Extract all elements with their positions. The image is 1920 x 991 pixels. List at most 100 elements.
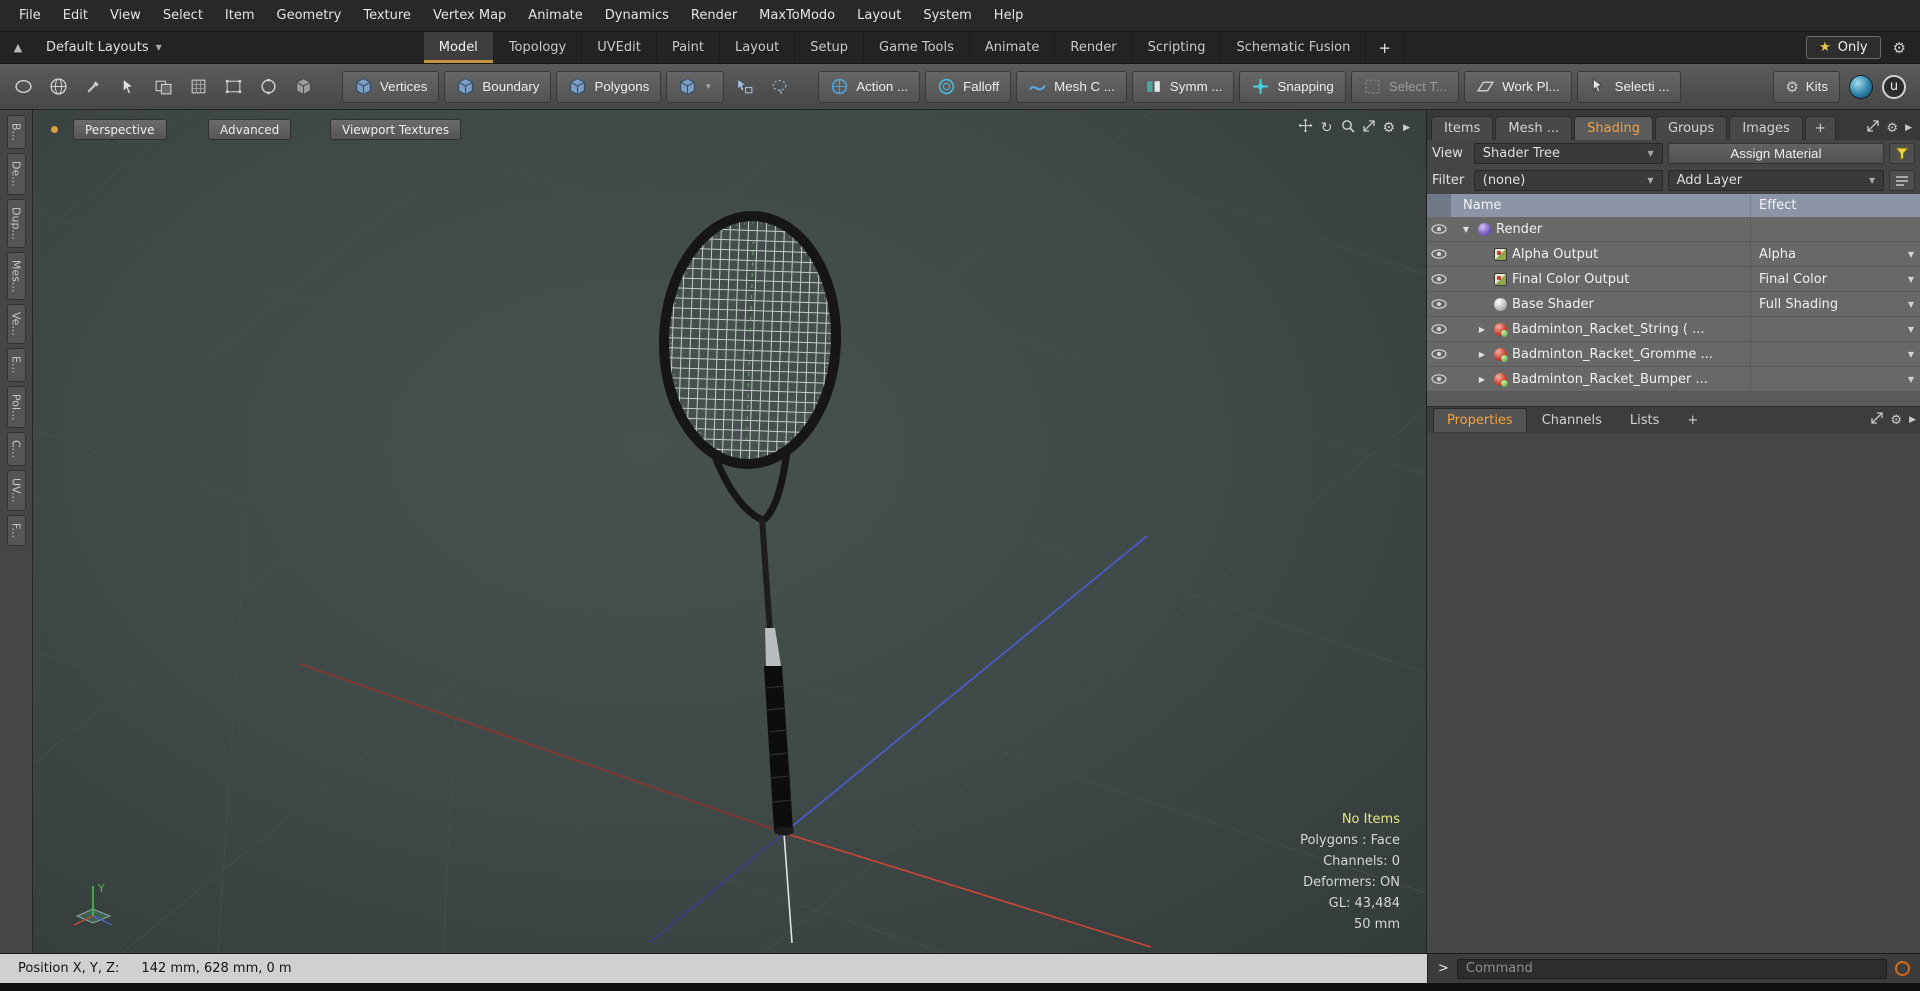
maximize-viewport-icon[interactable]	[1363, 120, 1375, 136]
gear-icon[interactable]: ⚙	[1893, 39, 1906, 57]
menu-system[interactable]: System	[912, 2, 982, 29]
item-cube-icon[interactable]	[288, 72, 318, 102]
filter-funnel-icon[interactable]	[1889, 143, 1915, 164]
grid-cube-tool-icon[interactable]	[183, 72, 213, 102]
tab-game-tools[interactable]: Game Tools	[864, 32, 970, 63]
effect-dropdown-icon[interactable]: ▼	[1908, 300, 1914, 309]
pan-move-icon[interactable]	[1298, 118, 1313, 137]
add-layout-tab-button[interactable]: +	[1366, 32, 1404, 63]
tree-row-alpha-output[interactable]: Alpha Output Alpha ▼	[1427, 242, 1920, 267]
tab-layout[interactable]: Layout	[720, 32, 796, 63]
visibility-eye-icon[interactable]	[1427, 324, 1451, 334]
left-strip-tab-curves[interactable]: C...	[6, 432, 26, 467]
add-panel-tab-button[interactable]: +	[1804, 116, 1836, 140]
polygons-mode-button[interactable]: Polygons	[556, 70, 662, 103]
tab-images[interactable]: Images	[1729, 116, 1803, 140]
effect-dropdown-icon[interactable]: ▼	[1908, 325, 1914, 334]
tab-shading[interactable]: Shading	[1574, 116, 1653, 140]
add-lower-tab-button[interactable]: +	[1674, 409, 1711, 432]
collapse-triangle-icon[interactable]: ▶	[1475, 350, 1489, 359]
symmetry-button[interactable]: Symm ...	[1131, 70, 1235, 103]
vertices-mode-button[interactable]: Vertices	[342, 70, 440, 103]
assign-material-button[interactable]: Assign Material	[1667, 143, 1885, 164]
kits-button[interactable]: ⚙ Kits	[1773, 70, 1840, 103]
select-lasso-icon[interactable]	[764, 72, 794, 102]
only-button[interactable]: ★ Only	[1806, 36, 1881, 59]
tab-uvedit[interactable]: UVEdit	[582, 32, 657, 63]
tab-topology[interactable]: Topology	[494, 32, 583, 63]
expand-panel-icon[interactable]	[1871, 412, 1883, 428]
effect-dropdown-icon[interactable]: ▼	[1908, 275, 1914, 284]
tab-items[interactable]: Items	[1431, 116, 1494, 140]
selection-sets-button[interactable]: Selecti ...	[1576, 70, 1682, 103]
tree-row-base-shader[interactable]: Base Shader Full Shading ▼	[1427, 292, 1920, 317]
viewport-3d[interactable]: Y Perspective Advanced Viewport Textures…	[33, 110, 1426, 953]
falloff-button[interactable]: Falloff	[925, 70, 1012, 103]
tab-lists[interactable]: Lists	[1617, 409, 1673, 432]
expand-triangle-icon[interactable]: ▼	[1459, 225, 1473, 234]
expand-panel-icon[interactable]	[1867, 120, 1879, 136]
layer-list-icon[interactable]	[1889, 170, 1915, 191]
panel-flyout-arrow-icon[interactable]: ▶	[1909, 415, 1916, 425]
effect-cell[interactable]: Alpha ▼	[1750, 242, 1920, 266]
tab-mesh-ops[interactable]: Mesh ...	[1495, 116, 1573, 140]
effect-dropdown-icon[interactable]: ▼	[1908, 350, 1914, 359]
collapse-triangle-icon[interactable]: ▶	[1475, 375, 1489, 384]
zoom-magnifier-icon[interactable]	[1341, 119, 1355, 137]
collapse-triangle-icon[interactable]: ▶	[1475, 325, 1489, 334]
tree-row-material-grommet[interactable]: ▶ Badminton_Racket_Gromme ... ▼	[1427, 342, 1920, 367]
visibility-eye-icon[interactable]	[1427, 374, 1451, 384]
menu-geometry[interactable]: Geometry	[266, 2, 353, 29]
left-strip-tab-uv[interactable]: UV...	[6, 470, 26, 511]
effect-cell[interactable]: Full Shading ▼	[1750, 292, 1920, 316]
menu-vertex-map[interactable]: Vertex Map	[422, 2, 517, 29]
visibility-eye-icon[interactable]	[1427, 349, 1451, 359]
tab-schematic-fusion[interactable]: Schematic Fusion	[1221, 32, 1367, 63]
visibility-eye-icon[interactable]	[1427, 249, 1451, 259]
menu-edit[interactable]: Edit	[52, 2, 99, 29]
effect-cell[interactable]: ▼	[1750, 367, 1920, 391]
item-mode-dropdown[interactable]: ▼	[666, 70, 725, 103]
filter-dropdown[interactable]: (none) ▼	[1473, 170, 1663, 191]
mesh-constraints-button[interactable]: Mesh C ...	[1016, 70, 1127, 103]
cursor-tool-icon[interactable]	[113, 72, 143, 102]
effect-dropdown-icon[interactable]: ▼	[1908, 375, 1914, 384]
add-layer-dropdown[interactable]: Add Layer ▼	[1667, 170, 1885, 191]
ellipse-tool-icon[interactable]	[8, 72, 38, 102]
tree-row-final-color-output[interactable]: Final Color Output Final Color ▼	[1427, 267, 1920, 292]
boundary-mode-button[interactable]: Boundary	[444, 70, 552, 103]
perspective-view-button[interactable]: Perspective	[73, 119, 167, 140]
rect-tool-icon[interactable]	[218, 72, 248, 102]
menu-select[interactable]: Select	[152, 2, 214, 29]
effect-cell[interactable]: ▼	[1750, 317, 1920, 341]
menu-maxtomodo[interactable]: MaxToModo	[748, 2, 846, 29]
tree-row-material-string[interactable]: ▶ Badminton_Racket_String ( ... ▼	[1427, 317, 1920, 342]
effect-column-header[interactable]: Effect	[1750, 194, 1920, 217]
viewport-flyout-arrow-icon[interactable]: ▶	[1403, 123, 1410, 133]
panel-gear-icon[interactable]: ⚙	[1886, 121, 1898, 136]
menu-view[interactable]: View	[99, 2, 152, 29]
tab-setup[interactable]: Setup	[795, 32, 865, 63]
work-plane-button[interactable]: Work Pl...	[1464, 70, 1572, 103]
command-input[interactable]	[1456, 958, 1887, 979]
action-center-button[interactable]: Action ...	[818, 70, 921, 103]
menu-help[interactable]: Help	[983, 2, 1035, 29]
duplicate-tool-icon[interactable]	[148, 72, 178, 102]
snapping-button[interactable]: Snapping	[1239, 70, 1346, 103]
visibility-eye-icon[interactable]	[1427, 274, 1451, 284]
left-strip-tab-vertex[interactable]: Ve...	[6, 304, 26, 345]
advanced-shading-button[interactable]: Advanced	[208, 119, 292, 140]
viewport-textures-button[interactable]: Viewport Textures	[330, 119, 462, 140]
left-strip-tab-edge[interactable]: E...	[6, 348, 26, 382]
panel-gear-icon[interactable]: ⚙	[1890, 413, 1902, 428]
modo-logo-icon[interactable]: u	[1882, 74, 1906, 99]
left-strip-tab-duplicate[interactable]: Dup...	[6, 198, 26, 248]
select-through-button[interactable]: Select T...	[1350, 70, 1460, 103]
select-paint-icon[interactable]	[729, 72, 759, 102]
menu-file[interactable]: File	[8, 2, 52, 29]
visibility-eye-icon[interactable]	[1427, 299, 1451, 309]
tab-render[interactable]: Render	[1055, 32, 1133, 63]
tab-scripting[interactable]: Scripting	[1133, 32, 1222, 63]
tree-row-material-bumper[interactable]: ▶ Badminton_Racket_Bumper ... ▼	[1427, 367, 1920, 392]
circle-tool-icon[interactable]	[253, 72, 283, 102]
